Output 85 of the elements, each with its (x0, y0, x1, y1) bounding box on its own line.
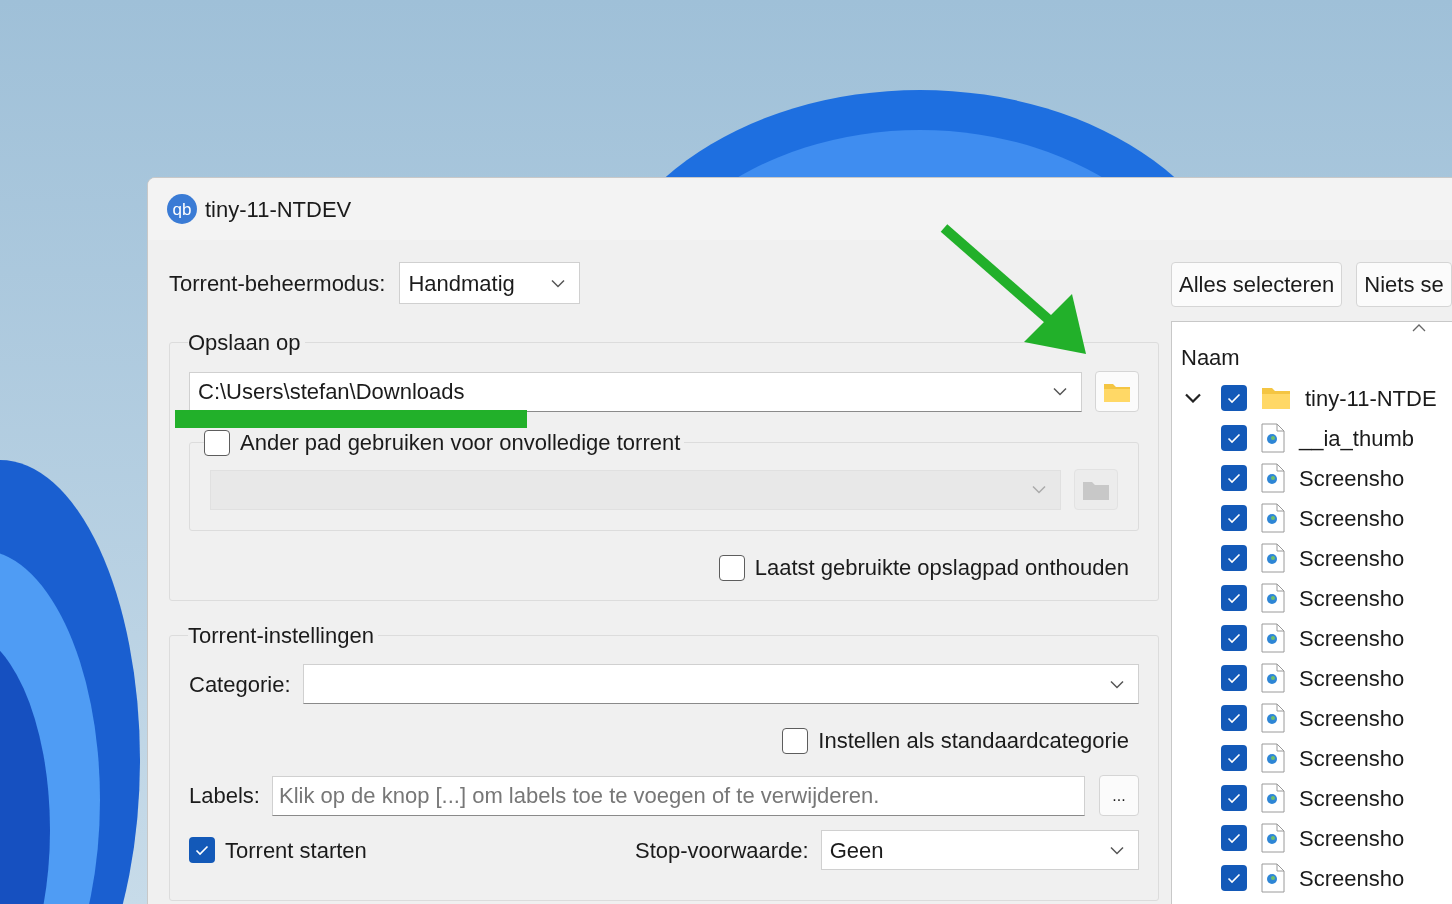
checkbox[interactable] (1221, 425, 1247, 451)
image-file-icon (1261, 543, 1285, 573)
column-header[interactable]: Naam (1181, 341, 1240, 374)
checkbox-label: Torrent starten (225, 836, 367, 865)
image-file-icon (1261, 583, 1285, 613)
checkmark-icon (1227, 392, 1241, 404)
checkbox[interactable] (1221, 545, 1247, 571)
checkmark-icon (1227, 512, 1241, 524)
image-file-icon (1261, 663, 1285, 693)
checkbox[interactable] (1221, 665, 1247, 691)
tree-item-label[interactable]: Screensho (1299, 741, 1405, 775)
checkmark-icon (195, 844, 209, 856)
image-file-icon (1261, 463, 1285, 493)
tree-item-label[interactable]: Screensho (1299, 541, 1405, 575)
checkbox[interactable] (1221, 385, 1247, 411)
checkmark-icon (1227, 592, 1241, 604)
checkbox[interactable] (204, 429, 230, 456)
checkbox[interactable] (1221, 585, 1247, 611)
tree-item-label[interactable]: tiny-11-NTDE (1305, 381, 1437, 415)
tree-item-label[interactable]: Screensho (1299, 461, 1405, 495)
field-label: Labels: (189, 782, 260, 810)
checkmark-icon (1227, 872, 1241, 884)
checkbox[interactable] (1221, 825, 1247, 851)
image-file-icon (1261, 703, 1285, 733)
tree-item-label[interactable]: Screensho (1299, 501, 1405, 535)
checkbox[interactable] (1221, 745, 1247, 771)
checkmark-icon (1227, 632, 1241, 644)
image-file-icon (1261, 503, 1285, 533)
tree-item-label[interactable]: __ia_thumb (1299, 421, 1414, 455)
tree-item-label[interactable]: Screensho (1299, 781, 1405, 815)
checkbox-label: Instellen als standaardcategorie (818, 727, 1129, 755)
toolbar-button[interactable]: Niets se (1356, 262, 1452, 307)
tree-item-label[interactable]: Screensho (1299, 701, 1405, 735)
checkbox[interactable] (1221, 785, 1247, 811)
image-file-icon (1261, 423, 1285, 453)
tree-item-label[interactable]: Screensho (1299, 861, 1405, 895)
sort-caret-icon (1412, 324, 1426, 332)
image-file-icon (1261, 823, 1285, 853)
image-file-icon (1261, 863, 1285, 893)
labels-input-field[interactable]: Klik op de knop [...] om labels toe te voegen of te verwijderen. (271, 775, 1085, 816)
path-dropdown[interactable]: C:\Users\stefan\Downloads (189, 371, 1082, 412)
checkmark-icon (1227, 752, 1241, 764)
category-dropdown[interactable] (302, 664, 1139, 704)
checkmark-icon (1227, 712, 1241, 724)
checkmark-icon (1227, 672, 1241, 684)
chevron-down-icon (1110, 845, 1124, 855)
checkmark-icon (1227, 472, 1241, 484)
app-logo: qb (167, 194, 197, 224)
checkbox[interactable] (782, 727, 809, 754)
checkbox[interactable] (189, 837, 215, 863)
window-title: tiny-11-NTDEV (205, 195, 352, 224)
checkbox[interactable] (1221, 465, 1247, 491)
tree-item-label[interactable]: Screensho (1299, 621, 1405, 655)
folder-icon (1261, 386, 1291, 410)
chevron-down-icon[interactable] (1185, 393, 1201, 403)
checkmark-icon (1227, 792, 1241, 804)
tree-item-label[interactable]: Screensho (1299, 821, 1405, 855)
chevron-down-icon (1032, 485, 1046, 494)
checkmark-icon (1227, 832, 1241, 844)
edit-labels-button[interactable]: ... (1099, 775, 1139, 816)
field-label: Categorie: (189, 670, 291, 699)
group-title: Torrent-instellingen (188, 622, 375, 650)
chevron-down-icon (1053, 387, 1067, 396)
toolbar-button[interactable]: Alles selecteren (1171, 262, 1343, 307)
checkbox-label: Laatst gebruikte opslagpad onthouden (754, 554, 1129, 582)
field-label: Torrent-beheermodus: (169, 269, 386, 298)
checkbox[interactable] (1221, 625, 1247, 651)
image-file-icon (1261, 623, 1285, 653)
stop-condition-dropdown[interactable]: Geen (820, 830, 1139, 870)
checkbox-label: Ander pad gebruiken voor onvolledige torrent (240, 429, 681, 457)
checkbox[interactable] (1221, 865, 1247, 891)
tree-item-label[interactable]: Screensho (1299, 661, 1405, 695)
tree-item-label[interactable]: Screensho (1299, 581, 1405, 615)
image-file-icon (1261, 783, 1285, 813)
group-title: Opslaan op (188, 329, 302, 357)
checkbox[interactable] (1221, 505, 1247, 531)
checkmark-icon (1227, 552, 1241, 564)
checkbox[interactable] (718, 554, 745, 581)
mode-dropdown[interactable]: Handmatig (399, 262, 581, 304)
chevron-down-icon (551, 278, 566, 288)
image-file-icon (1261, 743, 1285, 773)
checkmark-icon (1227, 432, 1241, 444)
field-label: Stop-voorwaarde: (635, 836, 809, 865)
chevron-down-icon (1110, 679, 1124, 689)
checkbox[interactable] (1221, 705, 1247, 731)
